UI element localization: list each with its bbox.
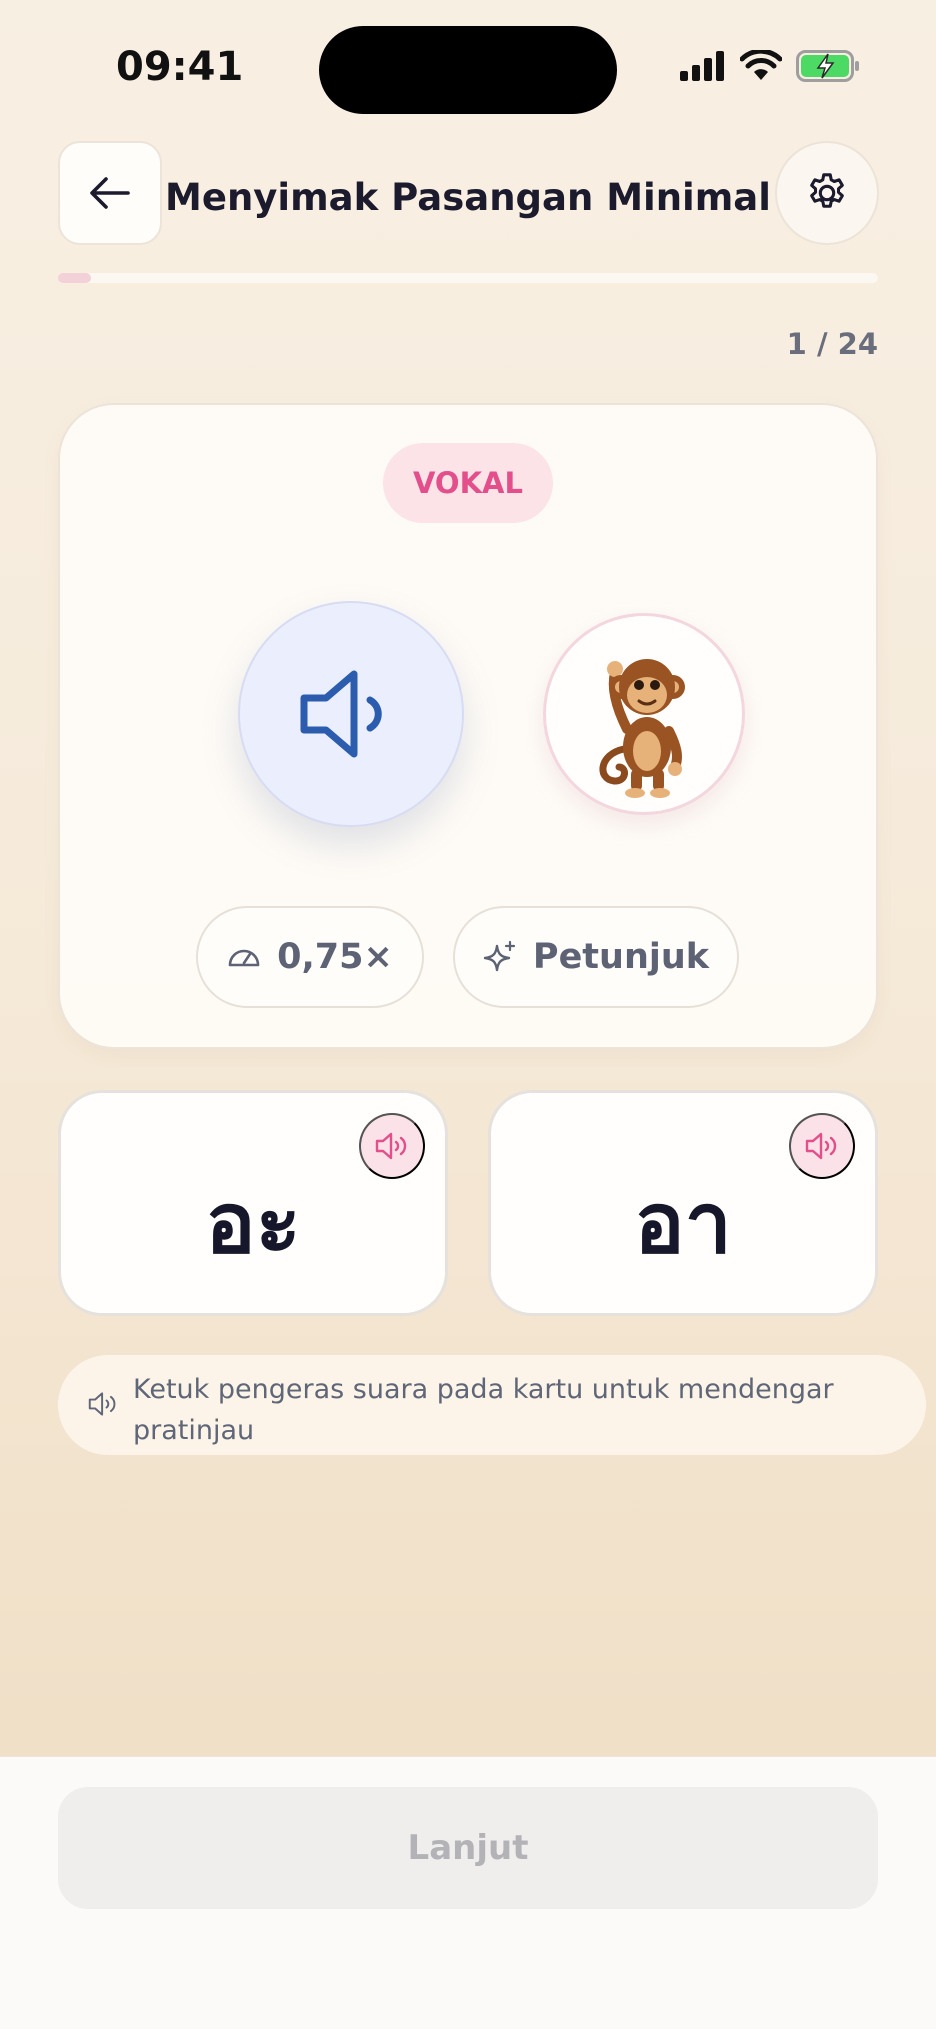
playback-speed-label: 0,75×	[277, 937, 393, 977]
monkey-mascot	[543, 613, 745, 815]
monkey-mascot-icon	[599, 659, 685, 798]
speaker-icon	[300, 670, 382, 758]
next-button[interactable]: Lanjut	[58, 1787, 878, 1909]
speaker-icon	[88, 1392, 116, 1416]
speedometer-icon	[228, 949, 260, 967]
tip-text: Ketuk pengeras suara pada kartu untuk me…	[133, 1374, 834, 1446]
choice-text: อา	[634, 1174, 732, 1272]
progress-fill	[58, 273, 91, 283]
signal-icon	[680, 51, 724, 81]
sparkle-icon	[483, 940, 516, 972]
arrow-left-icon	[90, 177, 130, 209]
tip-banner: Ketuk pengeras suara pada kartu untuk me…	[58, 1355, 926, 1455]
choice-text: อะ	[205, 1174, 301, 1272]
dynamic-island	[319, 26, 617, 114]
wifi-icon	[740, 50, 782, 80]
status-bar: 09:41	[0, 0, 936, 140]
play-audio-button[interactable]	[238, 601, 464, 827]
battery-charging-icon	[796, 50, 859, 82]
status-icons	[680, 50, 860, 82]
progress-bar	[58, 273, 878, 283]
playback-speed-button[interactable]: 0,75×	[196, 906, 424, 1008]
answer-choice-2[interactable]: อา	[488, 1090, 878, 1316]
hint-button[interactable]: Petunjuk	[453, 906, 739, 1008]
page-title: Menyimak Pasangan Minimal	[165, 176, 771, 219]
gear-icon	[810, 173, 844, 208]
settings-button[interactable]	[775, 141, 879, 245]
answer-choice-1[interactable]: อะ	[58, 1090, 448, 1316]
category-badge: VOKAL	[383, 443, 553, 523]
question-counter: 1 / 24	[786, 327, 878, 361]
hint-label: Petunjuk	[532, 937, 710, 977]
status-time: 09:41	[116, 44, 244, 90]
